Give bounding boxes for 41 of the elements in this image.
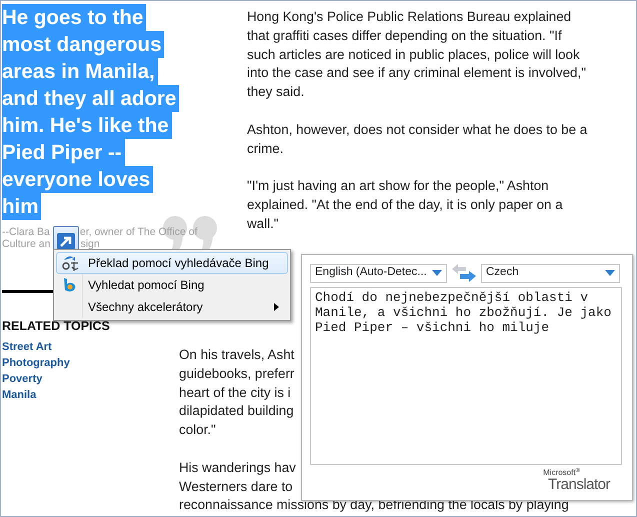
topic-link[interactable]: Manila: [2, 386, 36, 403]
logo-text: Translator: [548, 476, 610, 493]
attribution-text: er, owner of The Office of: [80, 226, 198, 238]
article-text: they said.: [247, 83, 304, 102]
article-text: His wanderings hav: [179, 458, 296, 477]
topic-link[interactable]: Street Art: [2, 338, 52, 355]
article-text: reconnaissance missions by day, befriending the locals by playing: [179, 496, 569, 514]
article-text: crime.: [247, 140, 284, 158]
language-dropdown[interactable]: Czech: [481, 264, 620, 282]
caret-icon: [432, 270, 442, 276]
translation-field[interactable]: Chodí do nejnebezpečnější oblasti v Manile, a všichni ho zbožňují. Je jako Pied Piper – všichni ho miluje: [310, 287, 622, 465]
article-text: Hong Kong's Police Public Relations Bureau explained: [247, 8, 572, 26]
article-text: dilapidated building: [179, 402, 294, 420]
submenu-arrow-icon: [274, 303, 279, 311]
menu-item[interactable]: Překlad pomocí vyhledávače Bing: [56, 252, 288, 274]
attribution-text: --Clara Ba: [2, 226, 50, 238]
menu-item[interactable]: Vyhledat pomocí Bing: [56, 274, 288, 296]
attribution-text: Culture an: [2, 238, 50, 250]
logo-text: Microsoft$^{®}$: [542, 469, 580, 477]
article-text: wall.": [247, 214, 279, 233]
topic-link[interactable]: Photography: [2, 354, 70, 371]
article-text: that graffiti cases differ depending on the situation. "If: [247, 26, 562, 45]
article-text: color.": [179, 421, 216, 440]
menu-item[interactable]: Všechny akcelerátory: [56, 296, 288, 318]
article-text: guidebooks, preferr: [179, 364, 294, 383]
topic-link[interactable]: Poverty: [2, 370, 42, 387]
accelerator-button[interactable]: [53, 226, 79, 251]
section-heading: RELATED TOPICS: [2, 318, 111, 335]
translate-icon: [61, 254, 79, 272]
attribution-text: sign: [80, 238, 100, 250]
article-text: such articles are noticed in public places, police will look: [247, 46, 580, 64]
language-dropdown[interactable]: English (Auto-Detec...: [310, 264, 447, 282]
article-text: "I'm just having an art show for the people," Ashton: [247, 177, 549, 196]
article-text: into the case and see if any criminal element is involved,": [247, 64, 586, 82]
article-text: On his travels, Asht: [179, 346, 294, 364]
article-text: Westerners dare to: [179, 478, 293, 496]
article-text: explained. "At the end of the day, it is only paper on a: [247, 196, 563, 214]
caret-icon: [605, 270, 615, 276]
article-text: heart of the city is i: [179, 384, 291, 402]
swap-arrows-icon[interactable]: [451, 263, 477, 283]
article-text: Ashton, however, does not consider what he does to be a: [247, 120, 588, 139]
